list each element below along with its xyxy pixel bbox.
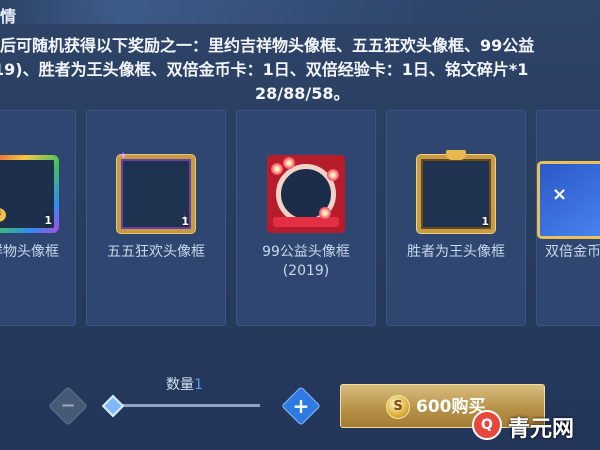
item-count: 1: [481, 215, 489, 228]
item-count: 1: [44, 214, 52, 227]
reward-label: 祥物头像框: [0, 244, 59, 260]
reward-label: 双倍金币: [545, 244, 600, 260]
red-flower-frame-icon: [267, 155, 345, 233]
reward-label: 胜者为王头像框: [407, 244, 505, 260]
frame-ribbon: [273, 217, 339, 227]
reward-card-charity-frame[interactable]: 99公益头像框(2019): [236, 110, 376, 326]
flower-icon: [327, 169, 339, 181]
plus-icon: +: [292, 394, 310, 418]
watermark: Q 青元网: [472, 406, 600, 446]
minus-icon: −: [60, 395, 76, 416]
flower-icon: [283, 157, 295, 169]
item-count: 1: [181, 215, 189, 228]
flower-icon: [319, 207, 331, 219]
double-coin-card-icon: ×: [537, 161, 600, 239]
gold-frame-icon: ✦ ✦ 1: [117, 151, 195, 233]
watermark-text: 青元网: [508, 417, 575, 442]
reward-card-double-coin[interactable]: × 双倍金币: [536, 110, 600, 326]
description-line-1: 后可随机获得以下奖励之一：里约吉祥物头像框、五五狂欢头像框、99公益: [0, 36, 535, 55]
quantity-slider-thumb[interactable]: [101, 394, 125, 418]
panel-title: 情: [0, 7, 17, 26]
reward-card-mascot-frame[interactable]: ¥ 1 祥物头像框: [0, 110, 76, 326]
flower-icon: [271, 163, 283, 175]
reward-description: 后可随机获得以下奖励之一：里约吉祥物头像框、五五狂欢头像框、99公益 19)、胜…: [0, 34, 600, 104]
quantity-value: 1: [194, 377, 203, 393]
reward-card-carnival-frame[interactable]: ✦ ✦ 1 五五狂欢头像框: [86, 110, 226, 326]
quantity-label: 数量1: [166, 374, 203, 394]
quantity-label-text: 数量: [166, 377, 194, 393]
reward-card-king-frame[interactable]: 1 胜者为王头像框: [386, 110, 526, 326]
badge-gem-icon: ¥: [0, 208, 6, 222]
watermark-logo-icon: Q: [472, 410, 502, 440]
coin-icon: S: [386, 395, 410, 419]
crown-icon: [446, 150, 466, 160]
sparkle-icon: ✦: [119, 151, 128, 162]
king-frame-icon: 1: [417, 150, 495, 233]
reward-label: 五五狂欢头像框: [107, 244, 205, 260]
rainbow-frame-icon: ¥ 1: [0, 155, 59, 233]
reward-label: 99公益头像框(2019): [262, 244, 350, 279]
reward-detail-panel: 情 后可随机获得以下奖励之一：里约吉祥物头像框、五五狂欢头像框、99公益 19)…: [0, 0, 600, 450]
multiplier-mark: ×: [552, 184, 568, 205]
description-line-2: 19)、胜者为王头像框、双倍金币卡：1日、双倍经验卡：1日、铭文碎片*1: [0, 60, 529, 79]
quantity-slider-track[interactable]: [118, 404, 260, 407]
header-glow: [0, 0, 600, 24]
description-line-3: 28/88/58。: [255, 84, 350, 103]
